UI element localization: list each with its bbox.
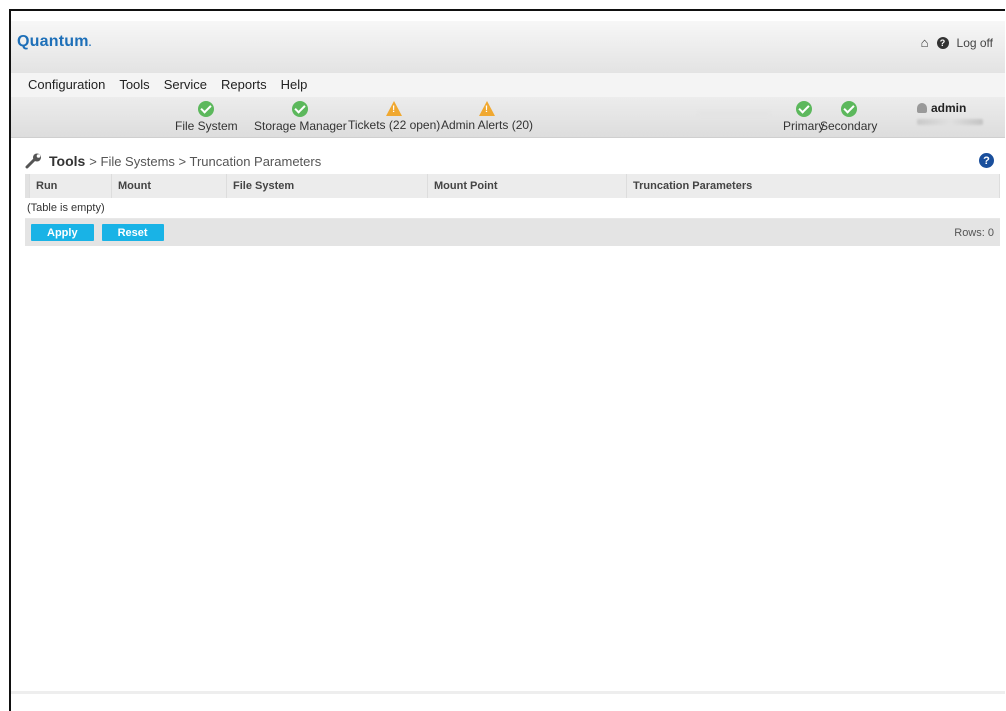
warning-icon: ! [479, 101, 496, 116]
menu-item-configuration[interactable]: Configuration [28, 73, 105, 97]
username: admin [931, 101, 967, 115]
logoff-link[interactable]: Log off [957, 36, 993, 50]
logo-dot: . [88, 38, 92, 49]
menu-item-tools[interactable]: Tools [119, 73, 149, 97]
status-secondary[interactable]: Secondary [820, 101, 877, 133]
redacted-text [917, 119, 983, 125]
bottom-divider [11, 691, 1005, 694]
top-links: ⌂ ? Log off [921, 35, 993, 50]
table-footer: Apply Reset Rows: 0 [25, 219, 1000, 246]
status-label: Secondary [820, 119, 878, 133]
status-label: Admin Alerts (20) [441, 118, 534, 132]
main-content: Tools > File Systems > Truncation Parame… [25, 150, 1000, 246]
status-storage-manager[interactable]: Storage Manager [254, 101, 347, 133]
column-header[interactable]: Truncation Parameters [626, 174, 1000, 198]
warning-icon: ! [386, 101, 403, 116]
column-header[interactable]: Mount [111, 174, 227, 198]
breadcrumb-path: > File Systems > Truncation Parameters [89, 153, 322, 169]
redacted-text [698, 111, 770, 117]
status-file-system[interactable]: File System [175, 101, 238, 133]
home-icon[interactable]: ⌂ [921, 35, 929, 50]
help-icon[interactable]: ? [936, 36, 949, 49]
column-header[interactable]: File System [226, 174, 428, 198]
check-circle-icon [795, 101, 812, 117]
row-count: Rows: 0 [954, 226, 994, 239]
breadcrumb: Tools > File Systems > Truncation Parame… [25, 150, 1000, 172]
app-window: Quantum. ⌂ ? Log off Configuration Tools… [9, 9, 1005, 711]
apply-button[interactable]: Apply [31, 224, 94, 241]
help-icon[interactable]: ? [979, 153, 994, 168]
status-label: Primary [783, 119, 825, 133]
logo-text: Quantum [17, 33, 89, 50]
status-bar: File System Storage Manager ! Tickets (2… [11, 97, 1005, 138]
status-primary[interactable]: Primary [783, 101, 824, 133]
column-header[interactable]: Run [29, 174, 112, 198]
status-label: File System [175, 119, 238, 133]
menu-item-help[interactable]: Help [281, 73, 308, 97]
check-circle-icon [840, 101, 857, 117]
main-menu: Configuration Tools Service Reports Help [11, 73, 1005, 98]
check-circle-icon [292, 101, 309, 117]
user-info[interactable]: admin [917, 101, 983, 125]
status-admin-alerts[interactable]: ! Admin Alerts (20) [441, 101, 533, 132]
menu-item-service[interactable]: Service [164, 73, 207, 97]
breadcrumb-root[interactable]: Tools [49, 153, 85, 169]
check-circle-icon [198, 101, 215, 117]
user-icon [917, 103, 927, 113]
menu-item-reports[interactable]: Reports [221, 73, 267, 97]
empty-table-message: (Table is empty) [25, 198, 1000, 219]
column-header[interactable]: Mount Point [427, 174, 627, 198]
status-label: Storage Manager [254, 119, 347, 133]
status-label: Tickets (22 open) [348, 118, 441, 132]
status-tickets[interactable]: ! Tickets (22 open) [348, 101, 440, 132]
quantum-logo[interactable]: Quantum. [17, 33, 92, 51]
wrench-icon [25, 153, 41, 169]
truncation-table: Run Mount File System Mount Point Trunca… [25, 174, 1000, 219]
reset-button[interactable]: Reset [101, 224, 164, 241]
top-header: Quantum. ⌂ ? Log off [11, 21, 1005, 73]
